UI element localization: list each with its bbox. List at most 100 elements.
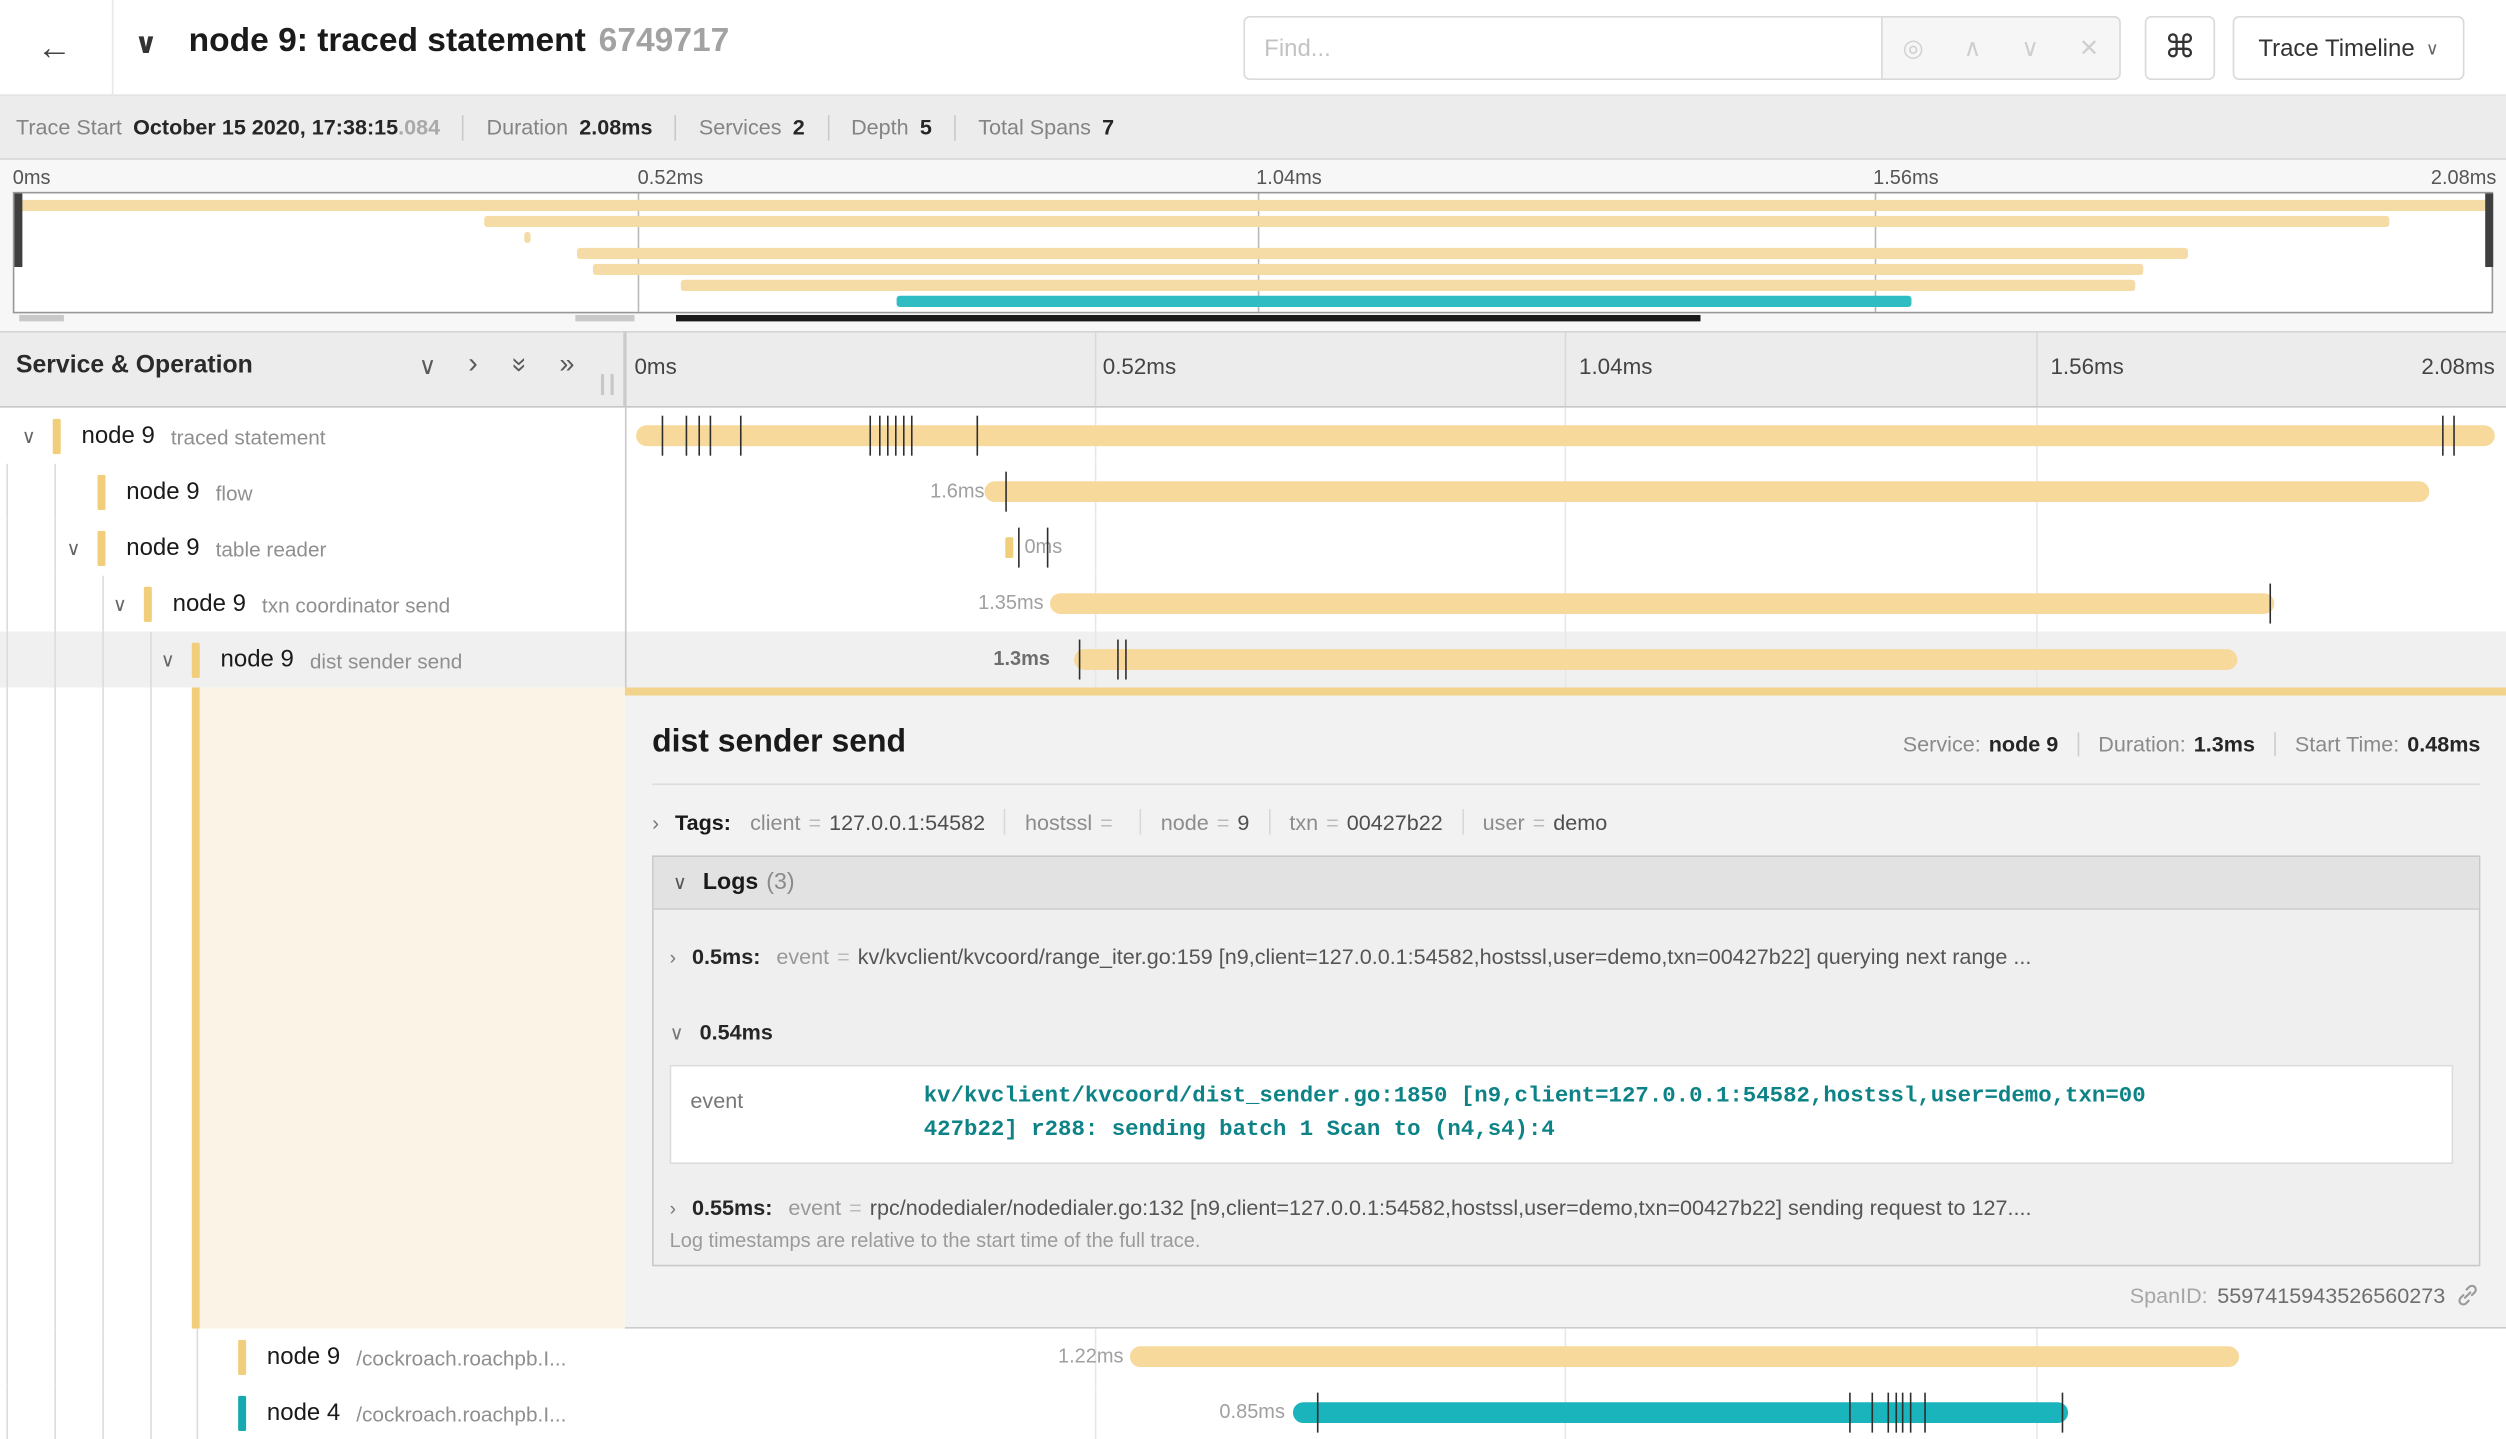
service-operation-title: Service & Operation	[16, 352, 253, 381]
axis-tick: 0.52ms	[638, 166, 704, 188]
log-key: event	[776, 945, 829, 969]
depth-label: Depth	[851, 115, 909, 139]
axis-tick: 2.08ms	[2431, 166, 2497, 188]
span-row-traced-statement[interactable]: ∨ node 9 traced statement	[0, 408, 2506, 464]
axis-tick: 1.56ms	[1873, 166, 1939, 188]
duration-value: 2.08ms	[579, 115, 652, 139]
chevron-down-icon[interactable]: ∨	[18, 425, 40, 447]
collapse-all-icon[interactable]: »	[503, 357, 536, 372]
minimap-span-bar	[577, 248, 2188, 259]
logs-header[interactable]: ∨ Logs (3)	[654, 857, 2479, 910]
locate-icon[interactable]: ◎	[1903, 36, 1924, 60]
total-spans-label: Total Spans	[978, 115, 1091, 139]
span-bar[interactable]	[1050, 593, 2274, 614]
expand-all-icon[interactable]: »	[559, 349, 574, 382]
tag-client: client=127.0.0.1:54582	[750, 809, 1025, 835]
view-options-dropdown[interactable]: Trace Timeline ∨	[2233, 16, 2465, 80]
command-icon: ⌘	[2164, 30, 2196, 65]
back-button[interactable]: ←	[22, 19, 86, 77]
span-duration-label: 0.85ms	[1219, 1401, 1285, 1423]
find-input[interactable]	[1243, 16, 1881, 80]
duration-meta-value: 1.3ms	[2194, 732, 2255, 756]
service-color-chip	[192, 642, 200, 677]
trace-header-collapse-icon[interactable]: ∨	[134, 27, 157, 61]
chevron-down-icon[interactable]: ∨	[62, 536, 84, 558]
header-gridline	[1095, 333, 1097, 407]
page-title: node 9: traced statement 6749717	[189, 22, 730, 60]
keyboard-shortcuts-button[interactable]: ⌘	[2145, 16, 2215, 80]
view-options-label: Trace Timeline	[2258, 34, 2414, 61]
chevron-down-icon[interactable]: ∨	[109, 592, 131, 614]
span-row-txn-coordinator-send[interactable]: ∨ node 9 txn coordinator send 1.35ms	[0, 576, 2506, 632]
log-event-detail-table: event kv/kvclient/kvcoord/dist_sender.go…	[670, 1065, 2454, 1164]
span-bar[interactable]	[1293, 1402, 2068, 1423]
span-row-node4-rpc[interactable]: node 4 /cockroach.roachpb.I... 0.85ms	[0, 1385, 2506, 1439]
logs-count: (3)	[766, 870, 794, 896]
minimap-span-bar	[681, 280, 2135, 291]
log-key: event	[788, 1196, 841, 1220]
span-row-dist-sender-send[interactable]: ∨ node 9 dist sender send 1.3ms	[0, 632, 2506, 688]
log-entry-0-54ms-toggle[interactable]: ∨ 0.54ms	[670, 1020, 2463, 1044]
span-duration-label: 1.35ms	[978, 592, 1044, 614]
service-name: node 9	[126, 478, 199, 505]
axis-tick: 0ms	[634, 353, 676, 379]
span-row-table-reader[interactable]: ∨ node 9 table reader 0ms	[0, 520, 2506, 576]
log-entry-0-55ms[interactable]: › 0.55ms: event = rpc/nodedialer/nodedia…	[670, 1196, 2463, 1220]
minimap-range-mark[interactable]	[575, 315, 634, 321]
axis-tick: 1.56ms	[2050, 353, 2123, 379]
axis-tick: 0ms	[13, 166, 51, 188]
column-resizer-grip[interactable]	[601, 374, 614, 395]
service-color-chip	[53, 418, 61, 453]
start-time-meta-label: Start Time:	[2295, 732, 2399, 756]
chevron-down-icon: ∨	[670, 1021, 684, 1043]
logs-title: Logs	[703, 870, 758, 896]
expand-one-icon[interactable]: ›	[468, 347, 478, 382]
service-meta-label: Service:	[1903, 732, 1981, 756]
selected-subtree-strip	[0, 688, 625, 1329]
minimap-view-range-bar[interactable]	[676, 315, 1700, 321]
span-bar[interactable]	[1005, 537, 1013, 558]
minimap-right-scrubber[interactable]	[2485, 193, 2493, 267]
service-meta-value: node 9	[1989, 732, 2059, 756]
find-toolbar: ◎ ∧ ∨ ✕	[1881, 16, 2121, 80]
axis-tick: 1.04ms	[1579, 353, 1652, 379]
minimap-span-bar	[897, 296, 1912, 307]
copy-link-icon[interactable]	[2455, 1282, 2481, 1308]
minimap-span-bar	[593, 264, 2143, 275]
operation-name: traced statement	[171, 425, 326, 449]
minimap-left-scrubber[interactable]	[14, 193, 22, 267]
trace-id: 6749717	[599, 22, 730, 59]
page-header: ← ∨ node 9: traced statement 6749717 ◎ ∧ …	[0, 0, 2506, 96]
detail-accent-border	[625, 688, 2506, 696]
next-result-icon[interactable]: ∨	[2021, 36, 2039, 60]
duration-meta-label: Duration:	[2098, 732, 2186, 756]
chevron-right-icon: ›	[670, 1197, 676, 1219]
span-bar[interactable]	[636, 425, 2495, 446]
prev-result-icon[interactable]: ∧	[1964, 36, 1982, 60]
collapse-one-icon[interactable]: ∨	[419, 353, 437, 382]
clear-find-icon[interactable]: ✕	[2079, 36, 2099, 60]
tag-txn: txn=00427b22	[1289, 809, 1482, 835]
span-row-node9-rpc[interactable]: node 9 /cockroach.roachpb.I... 1.22ms	[0, 1329, 2506, 1385]
chevron-down-icon[interactable]: ∨	[157, 648, 179, 670]
minimap-canvas[interactable]	[13, 192, 2493, 314]
span-bar[interactable]	[1074, 649, 2237, 670]
trace-title: node 9: traced statement	[189, 22, 586, 59]
span-detail-panel: dist sender send Service:node 9 Duration…	[625, 688, 2506, 1329]
span-bar[interactable]	[984, 481, 2429, 502]
operation-name: dist sender send	[310, 649, 462, 673]
tags-toggle-row[interactable]: › Tags: client=127.0.0.1:54582 hostssl= …	[652, 809, 2480, 835]
minimap-range-mark[interactable]	[19, 315, 64, 321]
chevron-right-icon: ›	[652, 810, 659, 834]
chevron-down-icon: ∨	[673, 871, 687, 893]
log-entry-0-5ms[interactable]: › 0.5ms: event = kv/kvclient/kvcoord/ran…	[670, 945, 2463, 969]
log-event-field-name: event	[671, 1066, 924, 1162]
trace-start-label: Trace Start	[16, 115, 122, 139]
span-bar[interactable]	[1130, 1346, 2239, 1367]
span-row-flow[interactable]: node 9 flow 1.6ms	[0, 464, 2506, 520]
tags-label: Tags:	[675, 810, 731, 834]
operation-name: table reader	[216, 537, 327, 561]
service-name: node 9	[173, 590, 246, 617]
axis-tick: 0.52ms	[1103, 353, 1176, 379]
span-id-value: 5597415943526560273	[2217, 1283, 2445, 1307]
